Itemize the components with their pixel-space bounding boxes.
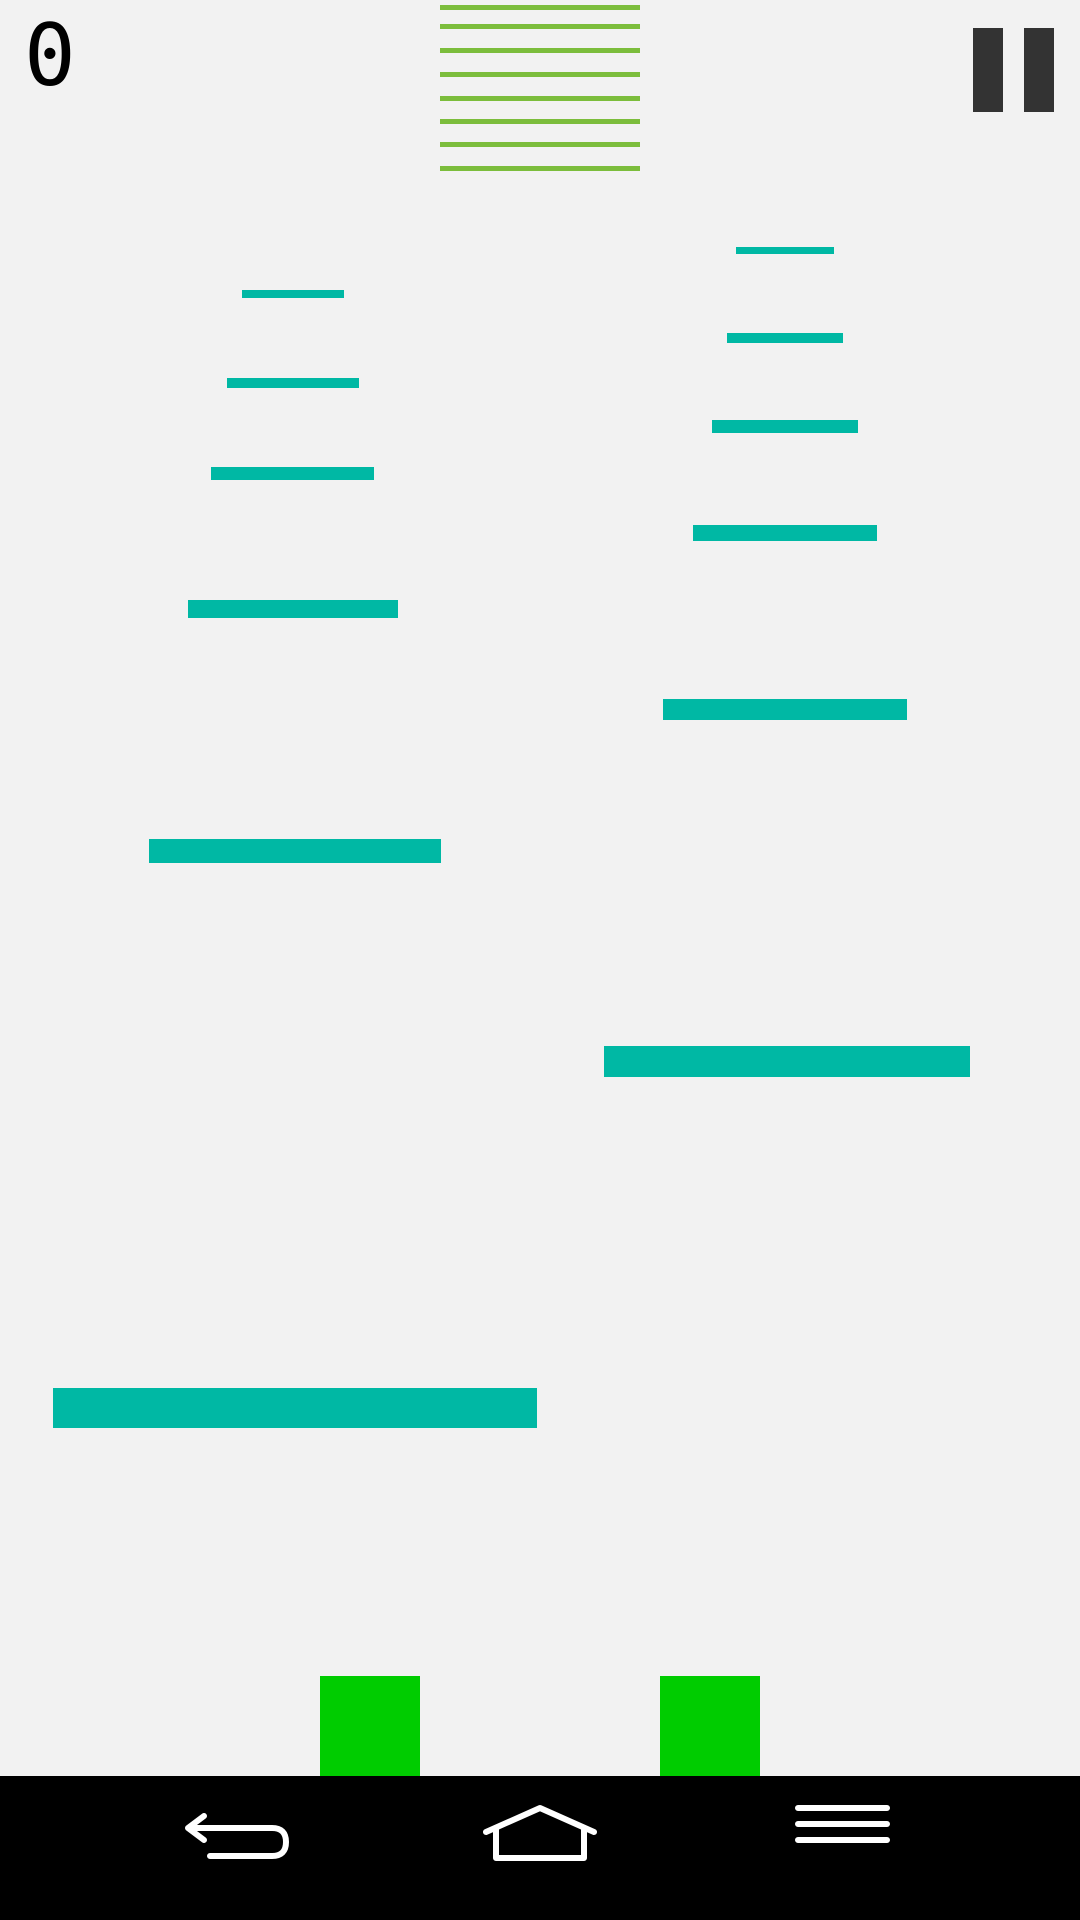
platform xyxy=(736,247,834,254)
platform xyxy=(693,525,877,541)
score-counter: 0 xyxy=(24,6,76,106)
system-navigation-bar xyxy=(0,1776,1080,1920)
game-area[interactable]: 0 xyxy=(0,0,1080,1776)
goal-line xyxy=(440,119,640,124)
home-button[interactable] xyxy=(482,1798,632,1898)
platform xyxy=(227,378,359,388)
platform xyxy=(211,467,374,480)
platform xyxy=(604,1046,970,1077)
pause-button[interactable] xyxy=(970,28,1054,114)
goal-line xyxy=(440,24,640,29)
recent-apps-button[interactable] xyxy=(795,1798,945,1898)
platform xyxy=(242,290,344,298)
goal-line xyxy=(440,142,640,147)
menu-icon xyxy=(795,1805,890,1843)
platform xyxy=(188,600,398,618)
platform xyxy=(712,420,858,433)
platform xyxy=(149,839,441,863)
back-button[interactable] xyxy=(180,1798,330,1898)
home-icon xyxy=(483,1805,597,1861)
platform xyxy=(663,699,907,720)
pause-icon-bar-right xyxy=(1024,28,1054,112)
goal-line xyxy=(440,48,640,53)
goal-zone xyxy=(440,5,640,171)
player-block-right[interactable] xyxy=(660,1676,760,1776)
goal-line xyxy=(440,72,640,77)
platform xyxy=(53,1388,537,1428)
back-icon xyxy=(185,1813,289,1859)
platform xyxy=(727,333,843,343)
goal-line xyxy=(440,166,640,171)
goal-line xyxy=(440,5,640,10)
goal-line xyxy=(440,96,640,101)
pause-icon-bar-left xyxy=(973,28,1003,112)
player-block-left[interactable] xyxy=(320,1676,420,1776)
